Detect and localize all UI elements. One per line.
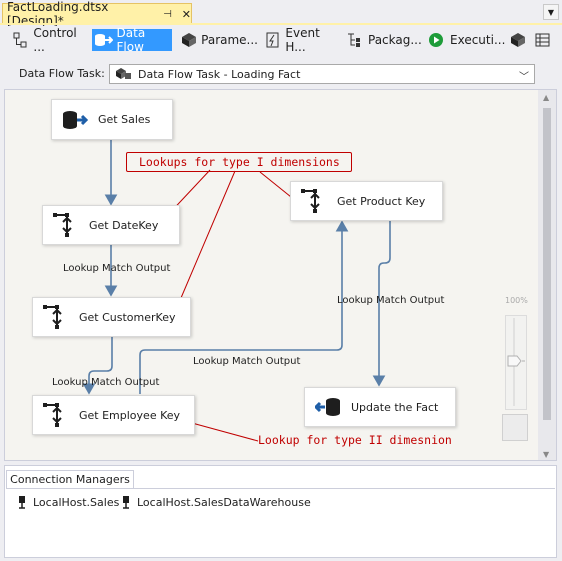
component-label: Get DateKey <box>89 218 159 232</box>
connection-managers-divider <box>6 488 555 489</box>
component-label: Get CustomerKey <box>79 310 176 324</box>
connection-icon <box>123 496 129 509</box>
path-label-product[interactable]: Lookup Match Output <box>337 295 444 306</box>
path-label-employee[interactable]: Lookup Match Output <box>193 356 300 367</box>
component-label: Update the Fact <box>351 400 439 414</box>
component-get-product-key[interactable]: Get Product Key <box>290 181 443 221</box>
scroll-down-icon[interactable]: ▼ <box>543 450 549 459</box>
component-update-the-fact[interactable]: Update the Fact <box>304 387 456 427</box>
component-label: Get Sales <box>98 113 151 126</box>
zoom-fit-button[interactable] <box>502 414 528 441</box>
component-label: Get Product Key <box>337 194 426 208</box>
component-get-employee-key[interactable]: Get Employee Key <box>32 395 195 435</box>
lookup-icon <box>43 403 69 427</box>
path-label-customer[interactable]: Lookup Match Output <box>52 377 159 388</box>
annotation-type2[interactable]: Lookup for type II dimesnion <box>258 433 452 447</box>
component-get-sales[interactable]: Get Sales <box>51 99 173 140</box>
connection-managers-tab-label: Connection Managers <box>10 473 130 486</box>
zoom-level: 100% <box>505 296 528 305</box>
component-get-datekey[interactable]: Get DateKey <box>42 205 180 245</box>
annotation-type1[interactable]: Lookups for type I dimensions <box>139 155 340 169</box>
annotation-line-employee <box>191 422 259 442</box>
connection-manager-label: LocalHost.Sales <box>33 495 120 509</box>
connection-icon <box>19 496 25 509</box>
connection-managers-tab[interactable]: Connection Managers <box>6 470 134 488</box>
path-label-datekey[interactable]: Lookup Match Output <box>63 263 170 274</box>
scroll-up-icon[interactable]: ▲ <box>543 93 549 102</box>
component-label: Get Employee Key <box>79 408 181 422</box>
zoom-thumb-icon[interactable] <box>506 316 526 409</box>
ole-db-destination-icon <box>315 397 341 417</box>
lookup-icon <box>43 305 69 329</box>
lookup-icon <box>301 189 327 213</box>
annotation-line-customer <box>177 170 236 306</box>
lookup-icon <box>53 213 79 237</box>
scrollbar-thumb[interactable] <box>543 108 551 420</box>
ole-db-source-icon <box>62 110 88 130</box>
component-get-customerkey[interactable]: Get CustomerKey <box>32 297 191 337</box>
connection-manager-item[interactable]: LocalHost.SalesDataWarehouse <box>120 495 311 509</box>
connection-manager-label: LocalHost.SalesDataWarehouse <box>137 495 311 509</box>
zoom-slider[interactable] <box>505 315 527 410</box>
connection-manager-item[interactable]: LocalHost.Sales <box>16 495 119 509</box>
